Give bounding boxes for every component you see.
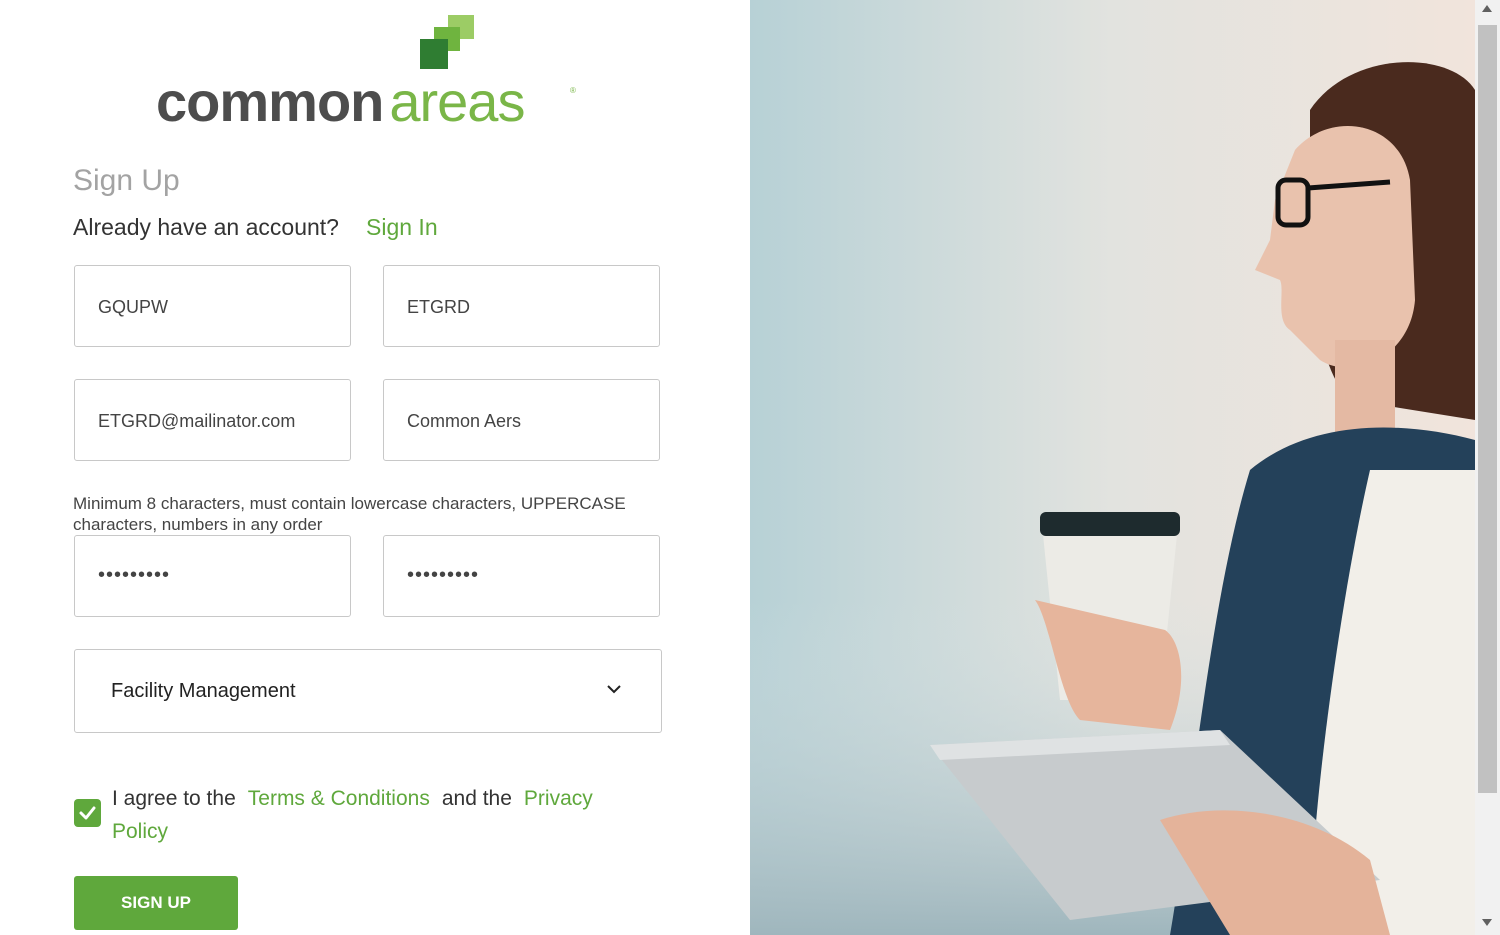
sign-up-button[interactable]: SIGN UP <box>74 876 238 930</box>
email-field[interactable]: ETGRD@mailinator.com <box>74 379 351 461</box>
already-account-text: Already have an account? <box>73 214 339 240</box>
password-hint: Minimum 8 characters, must contain lower… <box>73 494 626 534</box>
agree-prefix: I agree to the <box>112 787 236 810</box>
password-field[interactable]: ••••••••• <box>74 535 351 617</box>
agree-checkbox[interactable] <box>74 799 101 827</box>
last-name-field[interactable]: ETGRD <box>383 265 660 347</box>
page-title: Sign Up <box>73 164 180 197</box>
scroll-down-icon[interactable] <box>1482 919 1492 926</box>
role-selected-value: Facility Management <box>111 680 296 702</box>
terms-link[interactable]: Terms & Conditions <box>248 787 430 810</box>
logo-mark-icon <box>420 15 474 69</box>
check-icon <box>79 806 96 820</box>
scroll-up-icon[interactable] <box>1482 5 1492 12</box>
scroll-thumb[interactable] <box>1478 25 1497 793</box>
woman-with-coffee-illustration <box>750 0 1475 935</box>
last-name-value: ETGRD <box>407 297 470 317</box>
hero-image <box>750 0 1475 935</box>
role-select[interactable]: Facility Management <box>74 649 662 733</box>
vertical-scrollbar[interactable] <box>1475 0 1500 935</box>
logo-trademark: ® <box>570 86 576 95</box>
logo-wordmark: common areas <box>156 70 525 133</box>
first-name-field[interactable]: GQUPW <box>74 265 351 347</box>
signup-panel: common areas ® Sign Up Already have an ac… <box>0 0 750 935</box>
confirm-password-value: ••••••••• <box>407 564 480 586</box>
company-value: Common Aers <box>407 411 522 431</box>
confirm-password-field[interactable]: ••••••••• <box>383 535 660 617</box>
first-name-value: GQUPW <box>98 297 168 317</box>
agree-mid: and the <box>441 787 512 810</box>
sign-in-link[interactable]: Sign In <box>366 214 438 241</box>
email-value: ETGRD@mailinator.com <box>98 411 296 431</box>
company-field[interactable]: Common Aers <box>383 379 660 461</box>
password-value: ••••••••• <box>98 564 171 586</box>
agree-text: I agree to the Terms & Conditions and the P… <box>112 782 652 848</box>
chevron-down-icon <box>607 685 621 694</box>
